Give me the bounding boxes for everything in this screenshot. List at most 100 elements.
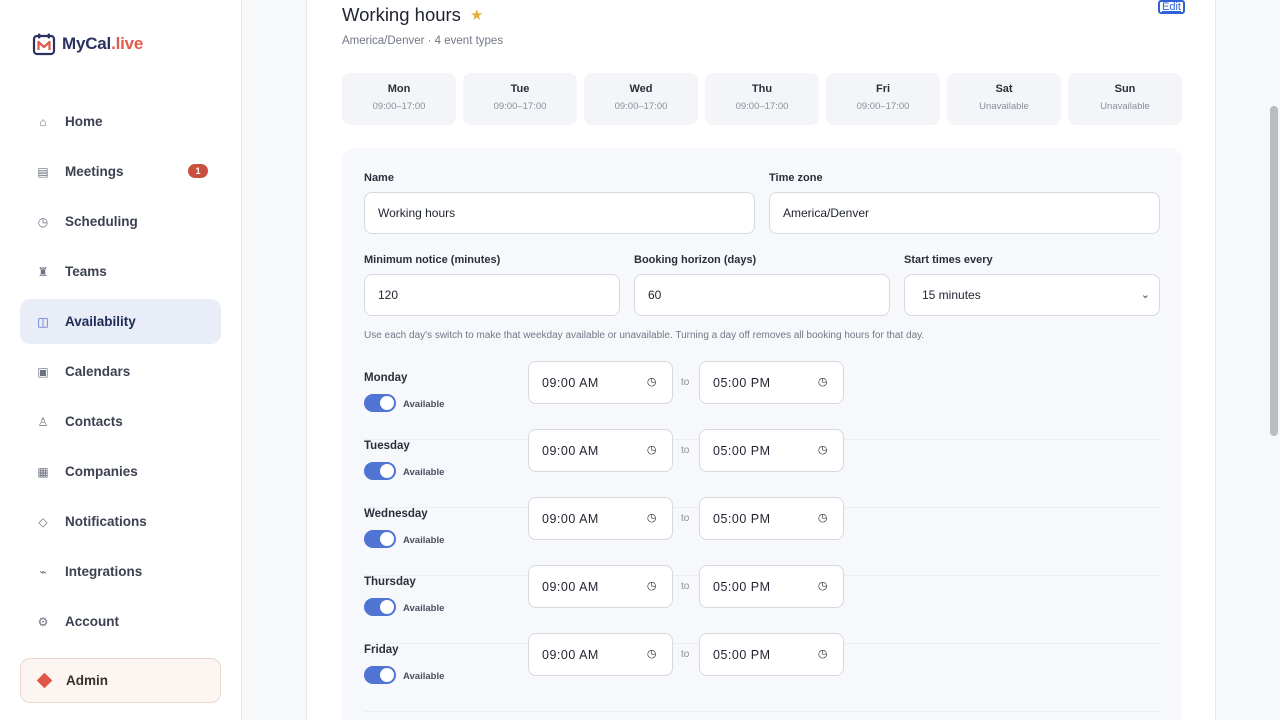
- day-pill-hours: 09:00–17:00: [856, 101, 910, 112]
- day-pill-fri[interactable]: Fri 09:00–17:00: [826, 73, 940, 125]
- sidebar-item-availability[interactable]: ◫ Availability: [20, 299, 221, 344]
- clock-icon: ◷: [817, 444, 828, 456]
- start-interval-select[interactable]: 15 minutes ⌄: [904, 274, 1160, 316]
- day-pill-name: Thu: [751, 83, 773, 95]
- thursday-end-time[interactable]: 05:00 PM ◷: [699, 565, 844, 608]
- monday-start-time[interactable]: 09:00 AM ◷: [528, 361, 673, 404]
- friday-end-time[interactable]: 05:00 PM ◷: [699, 633, 844, 676]
- day-pill-hours: 09:00–17:00: [372, 101, 426, 112]
- clock-icon: ◷: [817, 376, 828, 388]
- bell-icon: ◇: [38, 514, 48, 529]
- gear-icon: ⚙: [37, 614, 49, 629]
- day-row-name: Wednesday: [364, 508, 428, 520]
- monday-availability-toggle[interactable]: [364, 394, 396, 412]
- day-pill-name: Sun: [1114, 83, 1136, 95]
- day-pill-thu[interactable]: Thu 09:00–17:00: [705, 73, 819, 125]
- toggle-knob: [380, 396, 394, 410]
- availability-icon: ◫: [37, 314, 49, 329]
- sidebar-item-scheduling[interactable]: ◷ Scheduling: [20, 199, 221, 244]
- tuesday-availability-toggle[interactable]: [364, 462, 396, 480]
- toggle-status-label: Available: [403, 671, 445, 682]
- day-pill-sun[interactable]: Sun Unavailable: [1068, 73, 1182, 125]
- sidebar-item-label: Integrations: [65, 564, 143, 579]
- name-input[interactable]: Working hours: [364, 192, 755, 234]
- thursday-start-time[interactable]: 09:00 AM ◷: [528, 565, 673, 608]
- wednesday-end-time[interactable]: 05:00 PM ◷: [699, 497, 844, 540]
- day-pill-wed[interactable]: Wed 09:00–17:00: [584, 73, 698, 125]
- admin-button[interactable]: Admin: [20, 658, 221, 703]
- clock-icon: ◷: [646, 444, 657, 456]
- title-row: Working hours ★: [342, 4, 483, 26]
- clock-icon: ◷: [646, 580, 657, 592]
- day-pill-tue[interactable]: Tue 09:00–17:00: [463, 73, 577, 125]
- toggle-knob: [380, 668, 394, 682]
- time-value: 05:00 PM: [713, 443, 771, 458]
- sidebar-item-label: Companies: [65, 464, 138, 479]
- toggle-status-label: Available: [403, 399, 445, 410]
- start-interval-value: 15 minutes: [922, 288, 981, 302]
- to-label: to: [681, 581, 690, 592]
- sidebar-item-teams[interactable]: ♜ Teams: [20, 249, 221, 294]
- sidebar-item-contacts[interactable]: ♙ Contacts: [20, 399, 221, 444]
- timezone-label: Time zone: [769, 172, 823, 184]
- tuesday-end-time[interactable]: 05:00 PM ◷: [699, 429, 844, 472]
- meetings-count-badge: 1: [188, 164, 208, 178]
- time-value: 05:00 PM: [713, 647, 771, 662]
- booking-horizon-input[interactable]: 60: [634, 274, 890, 316]
- sidebar-item-label: Contacts: [65, 414, 123, 429]
- start-interval-label: Start times every: [904, 254, 993, 266]
- home-icon: ⌂: [39, 114, 47, 129]
- clock-icon: ◷: [817, 580, 828, 592]
- toggle-status-label: Available: [403, 535, 445, 546]
- edit-button[interactable]: Edit: [1158, 0, 1185, 14]
- to-label: to: [681, 445, 690, 456]
- sidebar-item-home[interactable]: ⌂ Home: [20, 99, 221, 144]
- sidebar-item-meetings[interactable]: ▤ Meetings 1: [20, 149, 221, 194]
- day-pill-hours: 09:00–17:00: [735, 101, 789, 112]
- sidebar-item-account[interactable]: ⚙ Account: [20, 599, 221, 644]
- sidebar-item-integrations[interactable]: ⌁ Integrations: [20, 549, 221, 594]
- toggle-knob: [380, 464, 394, 478]
- wednesday-availability-toggle[interactable]: [364, 530, 396, 548]
- thursday-availability-toggle[interactable]: [364, 598, 396, 616]
- schedule-form: Name Working hours Time zone America/Den…: [342, 148, 1182, 720]
- to-label: to: [681, 513, 690, 524]
- sidebar-item-label: Meetings: [65, 164, 124, 179]
- timezone-input[interactable]: America/Denver: [769, 192, 1160, 234]
- schedule-editor: Working hours ★ Edit America/Denver · 4 …: [306, 0, 1216, 720]
- min-notice-label: Minimum notice (minutes): [364, 254, 501, 266]
- time-value: 05:00 PM: [713, 375, 771, 390]
- toggle-status-label: Available: [403, 603, 445, 614]
- day-pill-mon[interactable]: Mon 09:00–17:00: [342, 73, 456, 125]
- week-summary: Mon 09:00–17:00 Tue 09:00–17:00 Wed 09:0…: [342, 73, 1189, 125]
- day-row-name: Tuesday: [364, 440, 410, 452]
- day-row-name: Monday: [364, 372, 408, 384]
- day-pill-hours: Unavailable: [1100, 101, 1150, 112]
- building-icon: ▦: [37, 464, 49, 479]
- team-icon: ♜: [37, 264, 49, 279]
- to-label: to: [681, 377, 690, 388]
- monday-end-time[interactable]: 05:00 PM ◷: [699, 361, 844, 404]
- sidebar-item-label: Teams: [65, 264, 107, 279]
- friday-start-time[interactable]: 09:00 AM ◷: [528, 633, 673, 676]
- diamond-icon: [36, 672, 53, 689]
- star-icon[interactable]: ★: [470, 6, 483, 24]
- admin-label: Admin: [66, 673, 108, 688]
- sidebar-item-notifications[interactable]: ◇ Notifications: [20, 499, 221, 544]
- day-pill-sat[interactable]: Sat Unavailable: [947, 73, 1061, 125]
- brand-logo[interactable]: MyCal.live: [32, 32, 143, 56]
- clock-icon: ◷: [817, 512, 828, 524]
- tuesday-start-time[interactable]: 09:00 AM ◷: [528, 429, 673, 472]
- plug-icon: ⌁: [39, 564, 47, 579]
- schedule-subtitle: America/Denver · 4 event types: [342, 35, 504, 47]
- min-notice-input[interactable]: 120: [364, 274, 620, 316]
- wednesday-start-time[interactable]: 09:00 AM ◷: [528, 497, 673, 540]
- sidebar-item-calendars[interactable]: ▣ Calendars: [20, 349, 221, 394]
- sidebar-item-label: Scheduling: [65, 214, 138, 229]
- page-scrollbar[interactable]: [1270, 106, 1278, 436]
- time-value: 05:00 PM: [713, 511, 771, 526]
- friday-availability-toggle[interactable]: [364, 666, 396, 684]
- chevron-down-icon: ⌄: [1140, 289, 1150, 301]
- sidebar-item-label: Availability: [65, 314, 136, 329]
- sidebar-item-companies[interactable]: ▦ Companies: [20, 449, 221, 494]
